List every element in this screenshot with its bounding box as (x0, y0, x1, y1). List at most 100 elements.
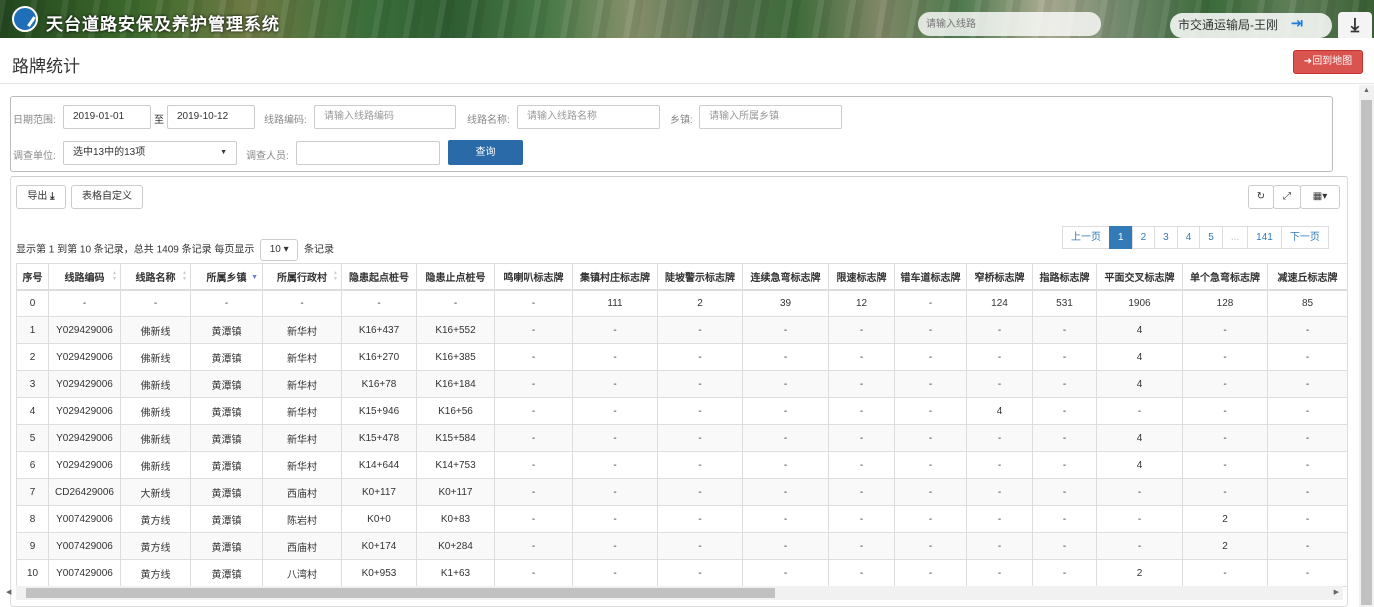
scroll-up-icon[interactable]: ▲ (1363, 87, 1370, 94)
table-cell: - (742, 397, 829, 425)
page-button[interactable]: 5 (1199, 226, 1223, 249)
table-cell: 1 (16, 316, 49, 344)
table-cell: 128 (1182, 289, 1268, 317)
table-cell: 新华村 (262, 451, 342, 479)
table-row[interactable]: 7 CD26429006 大新线 黄潭镇 西庙村 K0+117 K0+117- - - - - - - -… (16, 478, 1348, 506)
column-header[interactable]: 线路编码 (48, 263, 121, 291)
app-title: 天台道路安保及养护管理系统 (46, 15, 280, 34)
logout-icon[interactable]: ⇥ (1286, 13, 1308, 35)
table-row[interactable]: 6 Y029429006 佛新线 黄潭镇 新华村 K14+644 K14+753- - - - - -… (16, 451, 1348, 479)
table-cell: - (48, 289, 121, 317)
table-cell: Y007429006 (48, 559, 121, 587)
page-button[interactable]: 4 (1176, 226, 1201, 249)
table-cell: K0+117 (341, 478, 417, 506)
table-customize-button[interactable]: 表格自定义 (71, 185, 143, 209)
column-header[interactable]: 线路名称 (120, 263, 191, 291)
page-button[interactable]: 2 (1131, 226, 1156, 249)
table-cell: - (1032, 370, 1097, 398)
table-cell: Y029429006 (48, 451, 121, 479)
table-cell: Y029429006 (48, 343, 121, 371)
vertical-scroll-thumb[interactable] (1361, 100, 1372, 605)
table-cell: - (966, 478, 1033, 506)
table-cell: - (1182, 451, 1268, 479)
table-cell: K16+270 (341, 343, 417, 371)
table-cell: - (657, 397, 743, 425)
table-row[interactable]: 10 Y007429006 黄方线 黄潭镇 八湾村 K0+953 K1+63- - - - - - - -… (16, 559, 1348, 587)
page-button[interactable]: 3 (1154, 226, 1178, 249)
route-code-input[interactable]: 请输入线路编码 (314, 105, 456, 129)
table-cell: - (742, 343, 829, 371)
vertical-scrollbar[interactable]: ▲ (1359, 85, 1374, 607)
route-name-label: 线路名称: (467, 115, 510, 126)
table-cell: - (1096, 478, 1183, 506)
column-header: 窄桥标志牌 (966, 263, 1033, 291)
export-button[interactable]: 导出 ⤓ (16, 185, 66, 209)
column-header: 鸣喇叭标志牌 (494, 263, 573, 291)
page-size-select[interactable]: 10 ▾ (260, 239, 299, 261)
table-cell: K14+644 (341, 451, 417, 479)
table-cell: - (742, 451, 829, 479)
table-cell: 黄方线 (120, 532, 191, 560)
table-cell: K0+117 (416, 478, 495, 506)
horizontal-scrollbar[interactable]: ◀ ▶ (6, 586, 1343, 600)
table-cell: - (894, 559, 967, 587)
table-cell: - (1267, 316, 1348, 344)
town-input[interactable]: 请输入所属乡镇 (699, 105, 842, 129)
table-cell: - (894, 289, 967, 317)
route-code-label: 线路编码: (264, 115, 307, 126)
table-cell: 佛新线 (120, 397, 191, 425)
data-table: 序号线路编码线路名称所属乡镇所属行政村隐患起点桩号隐患止点桩号鸣喇叭标志牌集镇村… (16, 263, 1348, 587)
next-page-button[interactable]: 下一页 (1280, 226, 1329, 249)
route-name-input[interactable]: 请输入线路名称 (517, 105, 660, 129)
surveyor-input[interactable] (296, 141, 440, 165)
column-header[interactable]: 所属乡镇 (190, 263, 263, 291)
table-row[interactable]: 5 Y029429006 佛新线 黄潭镇 新华村 K15+478 K15+584- - - - - -… (16, 424, 1348, 452)
page-button[interactable]: 141 (1247, 226, 1282, 249)
columns-grid-icon[interactable]: ▦▾ (1300, 185, 1340, 209)
table-row[interactable]: 2 Y029429006 佛新线 黄潭镇 新华村 K16+270 K16+385- - - - - -… (16, 343, 1348, 371)
table-cell: 西庙村 (262, 478, 342, 506)
table-cell: - (1182, 478, 1268, 506)
table-cell: - (572, 343, 658, 371)
scroll-right-icon[interactable]: ▶ (1334, 588, 1339, 596)
table-cell: 111 (572, 289, 658, 317)
table-cell: 1906 (1096, 289, 1183, 317)
prev-page-button[interactable]: 上一页 (1062, 226, 1110, 249)
app-logo-icon (12, 6, 38, 32)
table-row[interactable]: 0- - - - - - -111 2 39 12-124 531 1906 128 85 (16, 289, 1348, 317)
column-header: 连续急弯标志牌 (742, 263, 829, 291)
table-cell: - (894, 505, 967, 533)
table-cell: - (1096, 532, 1183, 560)
table-cell: - (966, 505, 1033, 533)
date-to-input[interactable]: 2019-10-12 (167, 105, 255, 129)
refresh-icon[interactable]: ↻ (1248, 185, 1274, 209)
table-cell: - (494, 289, 573, 317)
horizontal-scroll-thumb[interactable] (26, 588, 775, 598)
column-header[interactable]: 所属行政村 (262, 263, 342, 291)
table-cell: K16+56 (416, 397, 495, 425)
survey-unit-select[interactable]: 选中13中的13项 ▼ (63, 141, 237, 165)
table-cell: - (341, 289, 417, 317)
table-cell: - (828, 397, 895, 425)
table-cell: - (657, 478, 743, 506)
back-to-map-button[interactable]: ➜回到地图 (1293, 50, 1363, 74)
table-cell: - (494, 424, 573, 452)
column-header: 集镇村庄标志牌 (572, 263, 658, 291)
table-row[interactable]: 1 Y029429006 佛新线 黄潭镇 新华村 K16+437 K16+552- - - - - -… (16, 316, 1348, 344)
fullscreen-icon[interactable]: ⤢ (1273, 185, 1301, 209)
table-cell: - (1267, 532, 1348, 560)
date-from-input[interactable]: 2019-01-01 (63, 105, 151, 129)
page-button[interactable]: 1 (1109, 226, 1133, 249)
route-search-input[interactable] (918, 12, 1101, 36)
table-cell: 4 (1096, 370, 1183, 398)
table-row[interactable]: 9 Y007429006 黄方线 黄潭镇 西庙村 K0+174 K0+284- - - - - - - -… (16, 532, 1348, 560)
table-row[interactable]: 4 Y029429006 佛新线 黄潭镇 新华村 K15+946 K16+56- - - - - -4… (16, 397, 1348, 425)
table-cell: - (572, 424, 658, 452)
download-icon[interactable]: ⤓ (1338, 12, 1372, 38)
scroll-left-icon[interactable]: ◀ (6, 588, 11, 596)
table-cell: - (828, 478, 895, 506)
table-row[interactable]: 3 Y029429006 佛新线 黄潭镇 新华村 K16+78 K16+184- - - - - - -… (16, 370, 1348, 398)
table-cell: 9 (16, 532, 49, 560)
query-button[interactable]: 查询 (448, 140, 523, 165)
table-row[interactable]: 8 Y007429006 黄方线 黄潭镇 陈岩村 K0+0 K0+83- - - - - - - - -2- (16, 505, 1348, 533)
